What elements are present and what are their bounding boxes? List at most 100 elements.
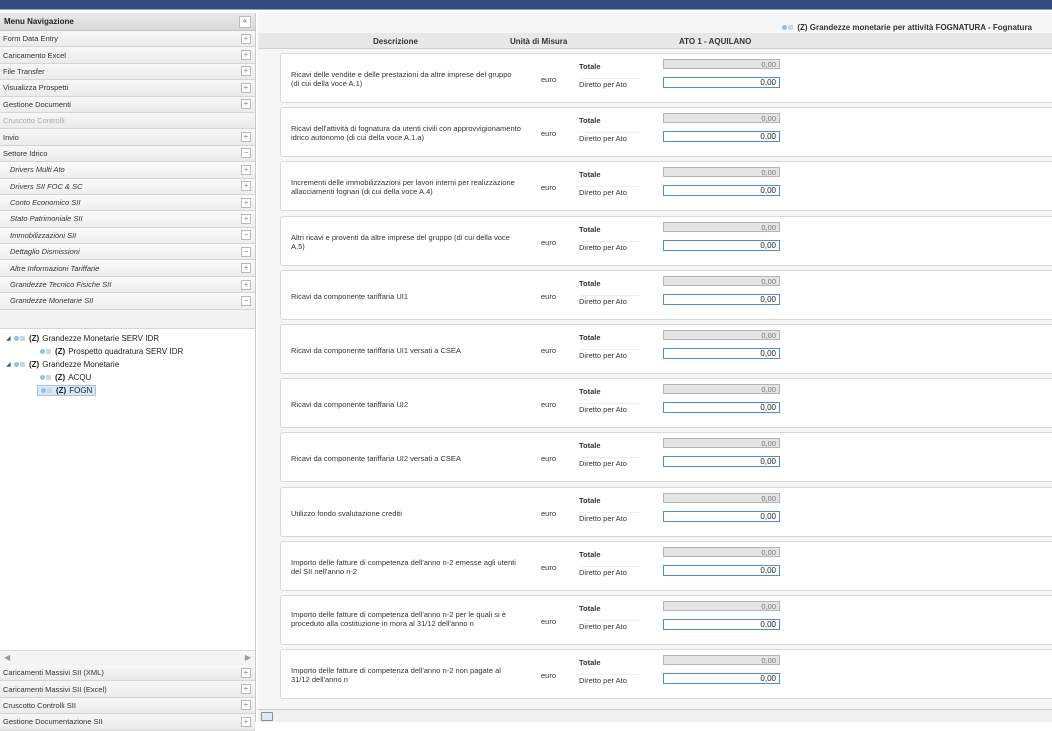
expanded-arrow-icon[interactable]: ◢ xyxy=(6,335,14,342)
sidebar-item-drivers-multi-ato[interactable]: Drivers Multi Ato + xyxy=(0,162,255,179)
diretto-input[interactable]: 0,00 xyxy=(663,185,780,197)
expand-icon[interactable]: + xyxy=(241,66,251,77)
sidebar-item-immobilizzazioni-sii[interactable]: Immobilizzazioni SII − xyxy=(0,227,255,245)
expand-icon[interactable]: + xyxy=(241,667,251,678)
column-header-descrizione: Descrizione xyxy=(373,37,418,46)
table-row: Ricavi da componente tariffaria UI2 vers… xyxy=(280,432,1052,483)
table-row: Utilizzo fondo svalutazione crediti euro T… xyxy=(280,486,1052,537)
row-description: Ricavi da componente tariffaria UI1 vers… xyxy=(291,346,461,355)
tree-node-icon xyxy=(14,335,26,343)
expand-icon[interactable]: + xyxy=(241,279,251,290)
sidebar-item-altre-informazioni-tariffarie[interactable]: Altre Informazioni Tariffarie + xyxy=(0,260,255,277)
footer-toolbar xyxy=(258,709,1052,722)
sidebar-item-settore-idrico[interactable]: Settore Idrico − xyxy=(0,145,255,163)
row-unit: euro xyxy=(541,75,557,84)
diretto-input[interactable]: 0,00 xyxy=(663,510,780,522)
expand-icon[interactable]: + xyxy=(241,132,251,143)
sidebar-item-grandezze-tecnico-fisiche-sii[interactable]: Grandezze Tecnico Fisiche SII + xyxy=(0,276,255,294)
sidebar-item-grandezze-monetarie-sii[interactable]: Grandezze Monetarie SII − xyxy=(0,293,255,310)
collapse-icon[interactable]: − xyxy=(241,230,251,241)
diretto-input[interactable]: 0,00 xyxy=(663,564,780,576)
tree-node-prospetto-quadratura[interactable]: (Z) Prospetto quadratura SERV IDR xyxy=(40,347,183,356)
diretto-label: Diretto per Ato xyxy=(579,186,639,197)
sidebar-item-visualizza-prospetti[interactable]: Visualizza Prospetti + xyxy=(0,80,255,97)
tree-node-fogn-selected[interactable]: (Z) FOGN xyxy=(37,385,97,396)
expand-icon[interactable]: + xyxy=(241,82,251,93)
row-unit: euro xyxy=(541,617,557,626)
table-row: Importo delle fatture di competenza dell… xyxy=(280,540,1052,591)
column-headers: Descrizione Unità di Misura ATO 1 - AQUI… xyxy=(258,33,1052,49)
totale-field: 0,00 xyxy=(663,221,780,232)
print-icon[interactable] xyxy=(261,712,273,721)
diretto-label: Diretto per Ato xyxy=(579,403,639,414)
expand-icon[interactable]: + xyxy=(241,99,251,110)
tree-node-icon xyxy=(14,361,26,369)
form-icon xyxy=(782,24,794,32)
diretto-label: Diretto per Ato xyxy=(579,132,639,143)
tree-node-icon xyxy=(40,374,52,382)
sidebar-item-caricamenti-massivi-sii-excel[interactable]: Caricamenti Massivi SII (Excel) + xyxy=(0,681,255,698)
collapse-sidebar-button[interactable]: « xyxy=(239,15,251,28)
totale-field: 0,00 xyxy=(663,384,780,395)
expanded-arrow-icon[interactable]: ◢ xyxy=(6,361,14,368)
collapse-icon[interactable]: − xyxy=(241,246,251,257)
diretto-input[interactable]: 0,00 xyxy=(663,348,780,359)
sidebar-item-stato-patrimoniale-sii[interactable]: Stato Patrimoniale SII + xyxy=(0,211,255,228)
sidebar-item-drivers-sii-foc-sc[interactable]: Drivers SII FOC & SC + xyxy=(0,178,255,195)
expand-icon[interactable]: + xyxy=(241,263,251,274)
sidebar-item-conto-economico-sii[interactable]: Conto Economico SII + xyxy=(0,194,255,212)
diretto-input[interactable]: 0,00 xyxy=(663,619,780,630)
diretto-input[interactable]: 0,00 xyxy=(663,77,780,88)
diretto-label: Diretto per Ato xyxy=(579,620,639,631)
diretto-label: Diretto per Ato xyxy=(579,674,639,685)
totale-field: 0,00 xyxy=(663,438,780,449)
expand-icon[interactable]: + xyxy=(241,700,251,711)
expand-icon[interactable]: + xyxy=(241,33,251,44)
tree-node-grandezze-monetarie[interactable]: ◢ (Z) Grandezze Monetarie xyxy=(6,360,119,369)
expand-icon[interactable]: + xyxy=(241,197,251,208)
diretto-input[interactable]: 0,00 xyxy=(663,239,780,251)
tree-horizontal-scrollbar[interactable]: ◀ ▶ xyxy=(0,650,255,664)
table-row: Importo delle fatture di competenza dell… xyxy=(280,649,1052,700)
sidebar-item-caricamento-excel[interactable]: Caricamento Excel + xyxy=(0,47,255,64)
diretto-label: Diretto per Ato xyxy=(579,457,639,468)
scroll-right-icon[interactable]: ▶ xyxy=(245,653,251,662)
diretto-input[interactable]: 0,00 xyxy=(663,456,780,468)
row-description: Importo delle fatture di competenza dell… xyxy=(291,610,506,628)
tree-node-icon xyxy=(40,348,52,356)
diretto-input[interactable]: 0,00 xyxy=(663,293,780,305)
sidebar-item-dettaglio-dismissioni[interactable]: Dettaglio Dismissioni − xyxy=(0,244,255,261)
expand-icon[interactable]: + xyxy=(241,181,251,192)
expand-icon[interactable]: + xyxy=(241,684,251,695)
totale-field: 0,00 xyxy=(663,167,780,178)
expand-icon[interactable]: + xyxy=(241,50,251,61)
row-unit: euro xyxy=(541,562,557,572)
sidebar-item-gestione-documentazione-sii[interactable]: Gestione Documentazione SII + xyxy=(0,714,255,731)
sidebar-item-gestione-documenti[interactable]: Gestione Documenti + xyxy=(0,96,255,113)
row-unit: euro xyxy=(541,346,557,355)
diretto-input[interactable]: 0,00 xyxy=(663,402,780,414)
totale-label: Totale xyxy=(579,495,601,505)
tree-node-grandezze-monetarie-serv-idr[interactable]: ◢ (Z) Grandezze Monetarie SERV IDR xyxy=(6,334,159,343)
scroll-left-icon[interactable]: ◀ xyxy=(4,653,10,662)
diretto-input[interactable]: 0,00 xyxy=(663,673,780,685)
main-panel: (Z) Grandezze monetarie per attività FOG… xyxy=(258,13,1052,722)
expand-icon[interactable]: + xyxy=(241,164,251,175)
tree-view: ◢ (Z) Grandezze Monetarie SERV IDR (Z) P… xyxy=(0,328,255,650)
diretto-input[interactable]: 0,00 xyxy=(663,131,780,143)
totale-label: Totale xyxy=(579,333,601,342)
sidebar-item-caricamenti-massivi-sii-xml[interactable]: Caricamenti Massivi SII (XML) + xyxy=(0,665,255,682)
table-row: Ricavi da componente tariffaria UI2 euro T… xyxy=(280,378,1052,429)
sidebar-item-form-data-entry[interactable]: Form Data Entry + xyxy=(0,31,255,48)
sidebar-item-file-transfer[interactable]: File Transfer + xyxy=(0,63,255,81)
sidebar-item-cruscotto-controlli[interactable]: Cruscotto Controlli xyxy=(0,112,255,130)
expand-icon[interactable]: + xyxy=(241,213,251,224)
tree-node-acqu[interactable]: (Z) ACQU xyxy=(40,373,91,382)
collapse-icon[interactable]: − xyxy=(241,148,251,159)
sidebar-item-invio[interactable]: Invio + xyxy=(0,129,255,146)
sidebar-item-cruscotto-controlli-sii[interactable]: Cruscotto Controlli SII + xyxy=(0,697,255,715)
diretto-label: Diretto per Ato xyxy=(579,511,639,523)
collapse-icon[interactable]: − xyxy=(241,295,251,306)
totale-label: Totale xyxy=(579,170,601,180)
table-row: Importo delle fatture di competenza dell… xyxy=(280,595,1052,645)
